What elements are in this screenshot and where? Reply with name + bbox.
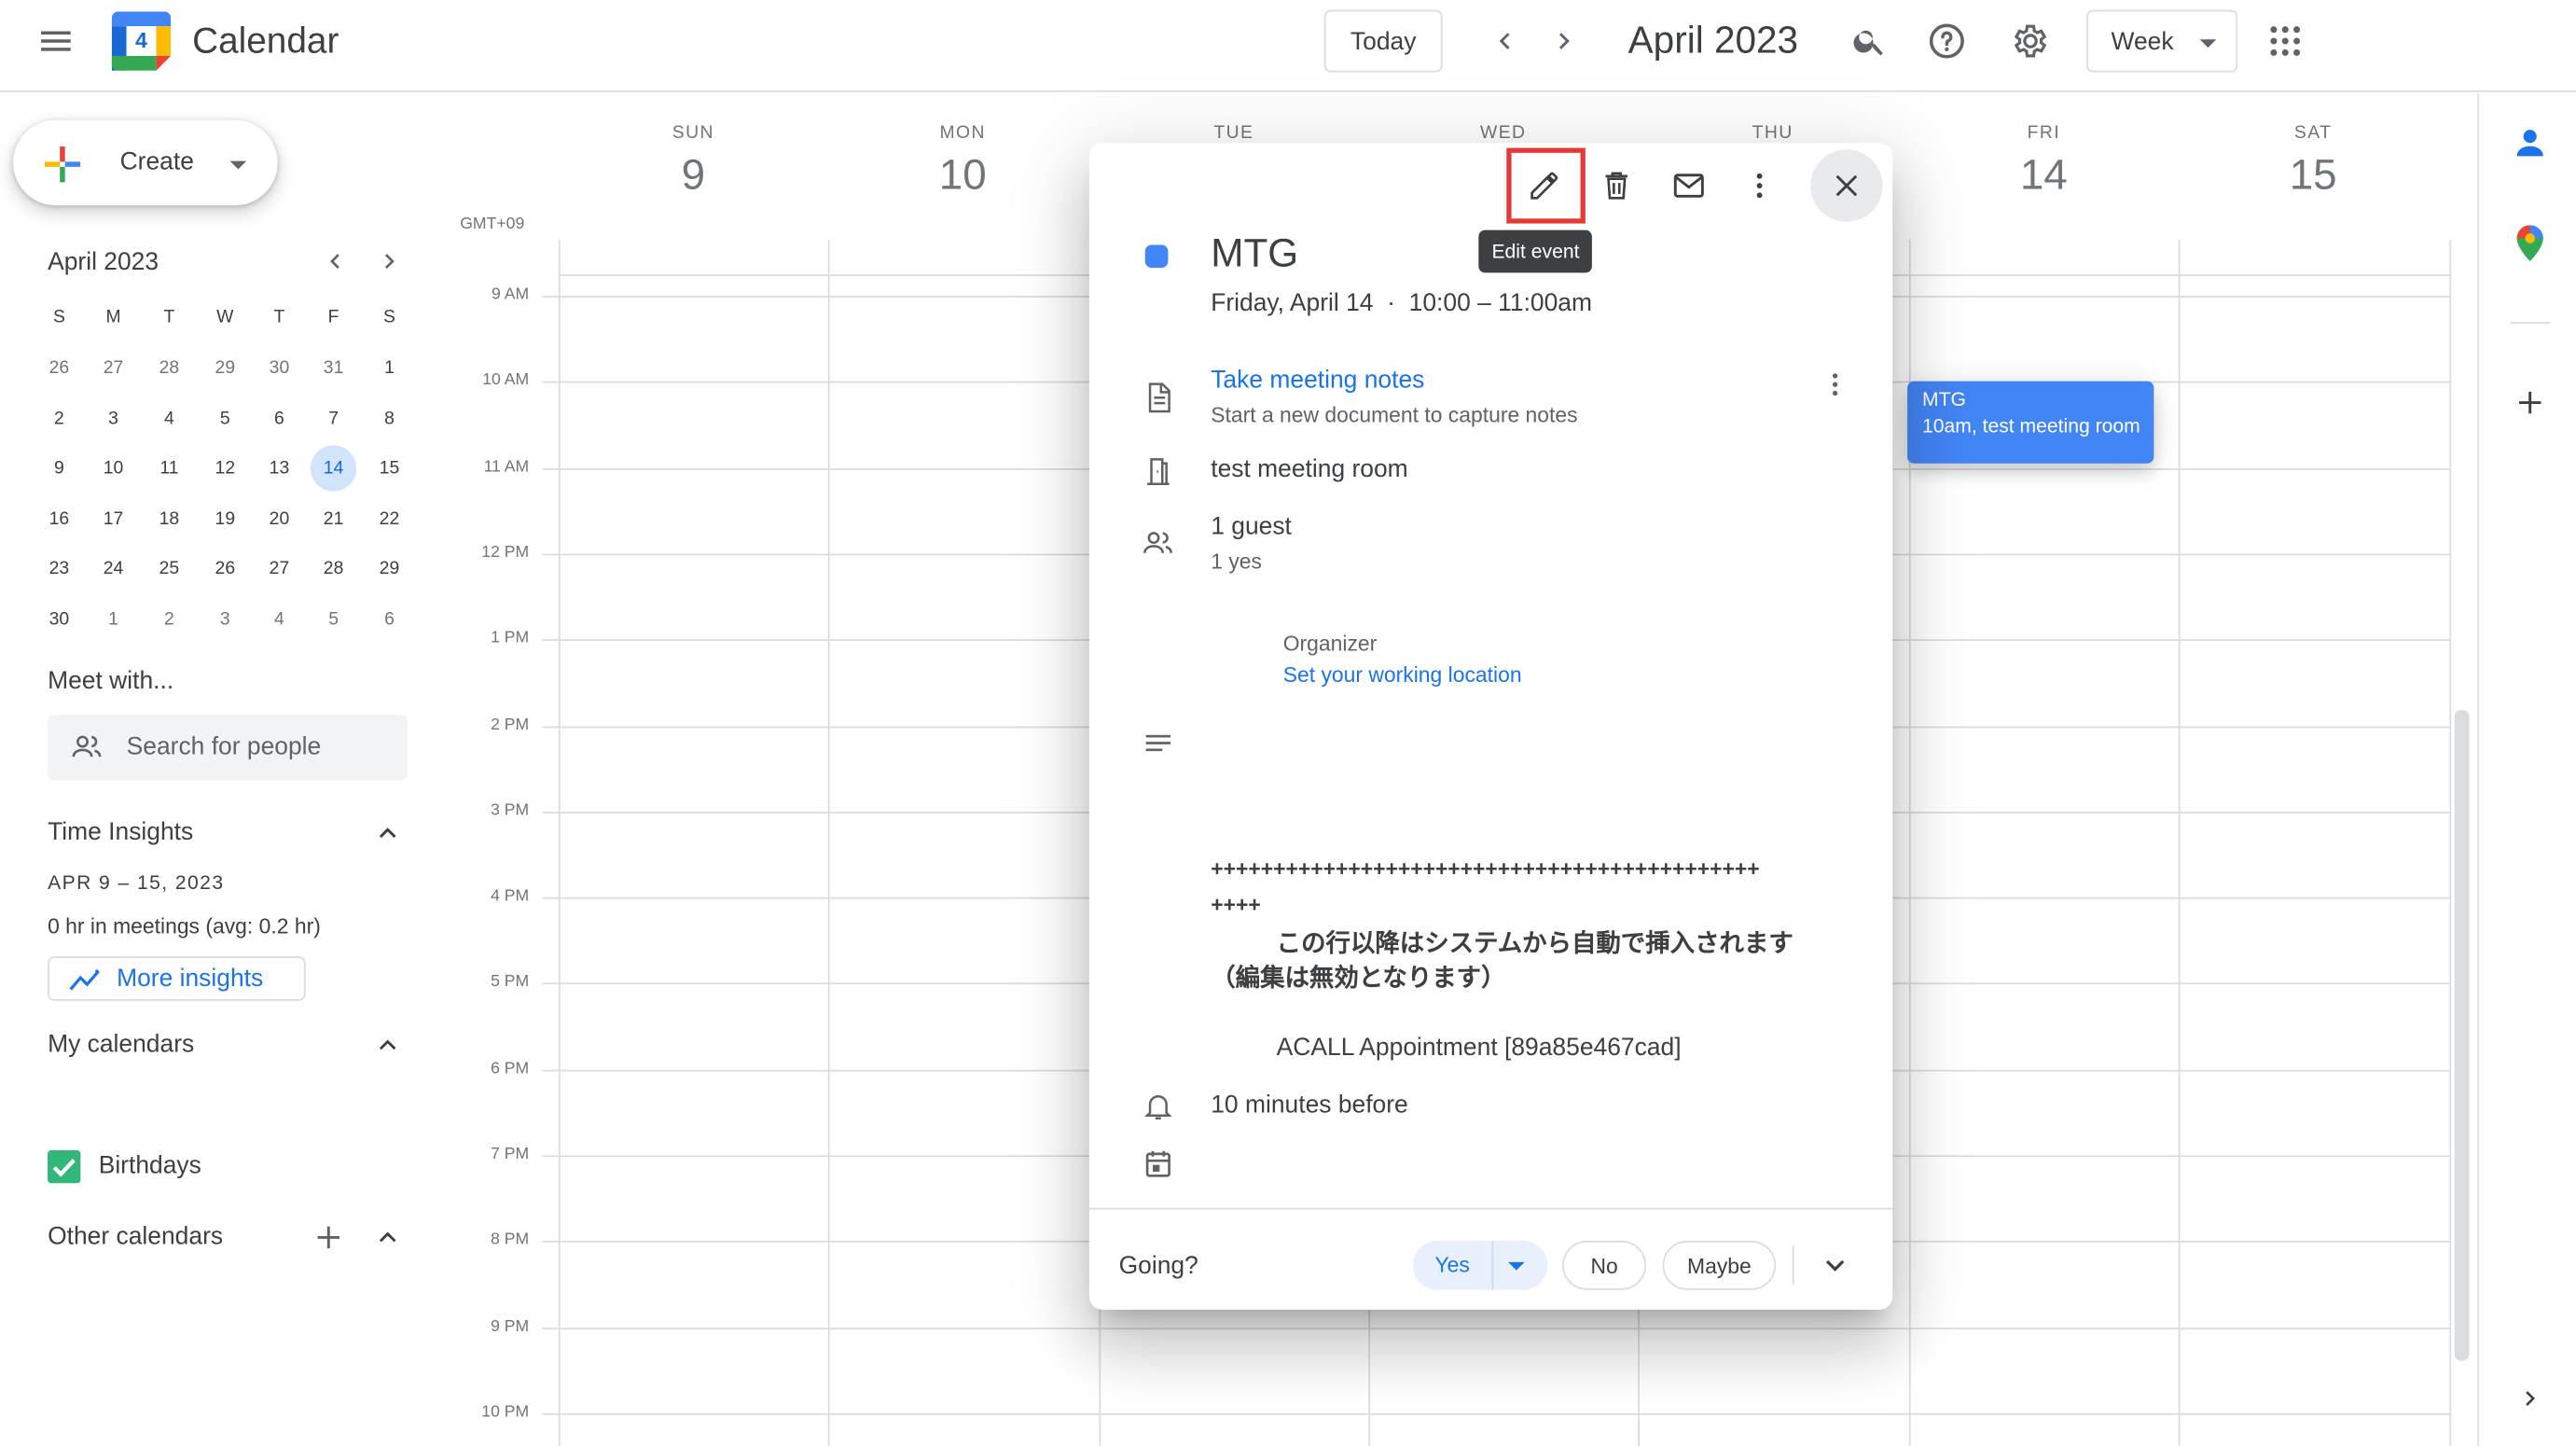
document-icon (1139, 378, 1178, 417)
hour-line (542, 1327, 2450, 1329)
rsvp-divider (1792, 1245, 1794, 1286)
rsvp-yes-button[interactable]: Yes (1412, 1240, 1548, 1290)
day-number[interactable]: 14 (1909, 149, 2179, 201)
rsvp-yes-divider (1491, 1240, 1494, 1290)
chevron-right-icon (2526, 1391, 2535, 1406)
time-label: 7 PM (491, 1145, 530, 1164)
day-column-divider (827, 240, 830, 1446)
guests-icon (1139, 524, 1178, 563)
description-icon (1139, 725, 1178, 764)
going-label: Going? (1118, 1252, 1198, 1281)
guest-rsvp-summary: 1 yes (1211, 549, 1262, 574)
day-of-week: THU (1752, 123, 1794, 144)
event-datetime: Friday, April 14 · 10:00 – 11:00am (1211, 289, 1593, 317)
event-block-detail: 10am, test meeting room (1921, 413, 2140, 438)
rsvp-more-options-button[interactable] (1802, 1232, 1867, 1298)
timezone-label: GMT+09 (460, 215, 525, 234)
time-label: 9 AM (492, 285, 530, 304)
rsvp-no-button[interactable]: No (1562, 1240, 1647, 1290)
rsvp-yes-label: Yes (1434, 1252, 1470, 1277)
day-of-week: MON (939, 123, 986, 144)
delete-event-button[interactable] (1584, 153, 1649, 218)
notes-more-button[interactable] (1802, 352, 1867, 417)
day-header-sat[interactable]: SAT 15 (2179, 123, 2448, 201)
event-details-popup: Edit event MTG Friday, April 14 · 10:00 … (1088, 143, 1893, 1310)
guest-count: 1 guest (1211, 512, 1292, 541)
reminder-text: 10 minutes before (1211, 1091, 1408, 1119)
side-panel-divider (2477, 93, 2480, 1446)
event-room: test meeting room (1211, 454, 1408, 483)
pencil-icon (1530, 172, 1558, 200)
time-label: 1 PM (491, 629, 530, 648)
contacts-icon (2516, 130, 2543, 157)
description-line-1: ++++++++++++++++++++++++++++++++++++++++… (1211, 855, 1760, 882)
time-label: 10 PM (481, 1403, 530, 1422)
description-line-3: この行以降はシステムから自動で挿入されます (1276, 930, 1794, 958)
bell-icon (1139, 1086, 1178, 1125)
time-label: 4 PM (491, 887, 530, 906)
mail-icon (1673, 174, 1704, 198)
time-label: 12 PM (481, 543, 530, 563)
day-column-divider (2449, 240, 2452, 1446)
time-label: 10 AM (482, 371, 530, 390)
rsvp-maybe-button[interactable]: Maybe (1662, 1240, 1777, 1290)
time-label: 2 PM (491, 716, 530, 734)
event-block-title: MTG (1921, 387, 1966, 411)
calendar-icon (1139, 1144, 1178, 1183)
side-panel-separator (2510, 322, 2550, 325)
day-of-week: TUE (1213, 123, 1254, 144)
time-label: 6 PM (491, 1059, 530, 1078)
set-working-location-link[interactable]: Set your working location (1283, 662, 1522, 687)
room-icon (1139, 452, 1178, 491)
day-number[interactable]: 15 (2179, 149, 2448, 201)
time-label: 8 PM (491, 1230, 530, 1250)
show-side-panel-button[interactable] (2497, 1366, 2562, 1431)
day-header-sun[interactable]: SUN 9 (559, 123, 828, 201)
more-vert-icon (1832, 373, 1838, 396)
day-column-divider (558, 240, 561, 1446)
trash-icon (1605, 172, 1628, 200)
time-label: 9 PM (491, 1317, 530, 1336)
hour-line (542, 1412, 2450, 1415)
maps-button[interactable] (2497, 210, 2562, 275)
description-line-2: ++++ (1211, 892, 1261, 917)
day-of-week: SAT (2293, 123, 2333, 144)
description-line-4: （編集は無効となります） (1211, 965, 1506, 993)
day-header-fri[interactable]: FRI 14 (1909, 123, 2179, 201)
time-label: 5 PM (491, 973, 530, 992)
time-label: 11 AM (483, 457, 530, 477)
event-block-mtg[interactable]: MTG 10am, test meeting room (1907, 381, 2154, 464)
day-number[interactable]: 9 (559, 149, 828, 201)
more-vert-icon (1756, 173, 1763, 199)
take-meeting-notes-link[interactable]: Take meeting notes (1211, 367, 1424, 395)
close-popup-button[interactable] (1810, 149, 1883, 222)
meeting-notes-subtitle: Start a new document to capture notes (1211, 402, 1578, 427)
maps-pin-icon (2516, 225, 2543, 262)
description-line-5: ACALL Appointment [89a85e467cad] (1276, 1033, 1682, 1062)
organizer-label: Organizer (1282, 631, 1378, 656)
day-number[interactable]: 10 (828, 149, 1098, 201)
more-options-button[interactable] (1726, 153, 1792, 218)
edit-event-button[interactable] (1512, 153, 1577, 218)
scrollbar-thumb[interactable] (2454, 709, 2470, 1361)
get-addons-button[interactable] (2497, 369, 2562, 435)
event-color-swatch (1144, 244, 1169, 269)
popup-footer-divider (1088, 1207, 1893, 1210)
chevron-down-icon (1825, 1259, 1845, 1272)
day-column-divider (2178, 240, 2181, 1446)
day-of-week: FRI (2027, 123, 2061, 144)
plus-icon (2518, 391, 2541, 414)
day-of-week: WED (1480, 123, 1527, 144)
event-title: MTG (1211, 231, 1299, 276)
time-label: 3 PM (491, 801, 530, 820)
edit-event-tooltip: Edit event (1478, 229, 1593, 273)
contacts-button[interactable] (2497, 110, 2562, 175)
day-of-week: SUN (672, 123, 714, 144)
dropdown-arrow-icon[interactable] (1508, 1258, 1525, 1274)
close-icon (1835, 174, 1858, 197)
email-guests-button[interactable] (1656, 153, 1722, 218)
day-header-mon[interactable]: MON 10 (828, 123, 1098, 201)
